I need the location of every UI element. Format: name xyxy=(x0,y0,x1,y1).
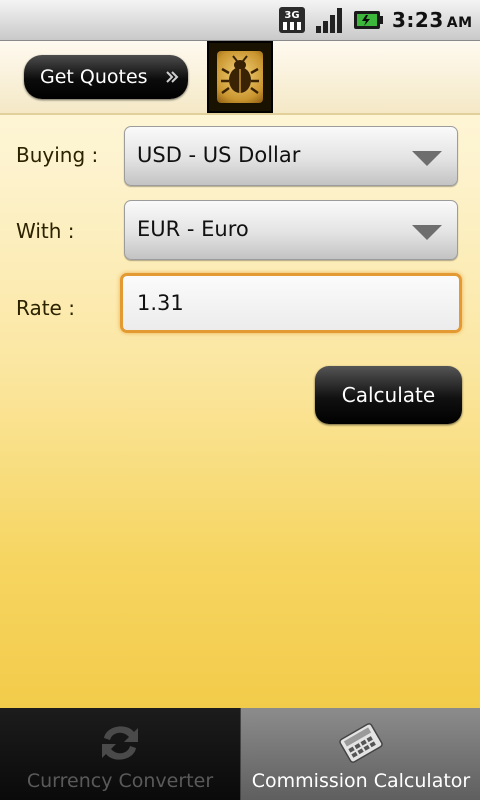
app-screen: 3G 3:23 AM Get Quotes Buying: USD - US … xyxy=(0,0,480,800)
tab-currency-converter-label: Currency Converter xyxy=(26,770,214,792)
toolbar: Get Quotes xyxy=(0,41,480,115)
app-logo xyxy=(207,41,273,113)
double-chevron-right-icon xyxy=(166,71,179,83)
tab-currency-converter[interactable]: Currency Converter xyxy=(0,708,240,800)
signal-icon xyxy=(316,8,342,33)
exchange-arrows-icon xyxy=(102,726,138,760)
calculate-label: Calculate xyxy=(341,383,436,407)
buying-currency-select[interactable]: USD - US Dollar xyxy=(124,126,458,186)
calculate-button[interactable]: Calculate xyxy=(315,366,462,424)
with-label: With : xyxy=(16,219,75,243)
beetle-logo-icon xyxy=(221,55,259,95)
tab-commission-calculator[interactable]: Commission Calculator xyxy=(240,708,480,800)
rate-input[interactable] xyxy=(120,273,462,333)
with-currency-select[interactable]: EUR - Euro xyxy=(124,200,458,260)
buying-currency-value: USD - US Dollar xyxy=(137,143,301,167)
dropdown-arrow-icon xyxy=(412,151,442,166)
status-bar: 3G 3:23 AM xyxy=(0,0,480,41)
with-currency-value: EUR - Euro xyxy=(137,217,249,241)
tab-commission-calculator-label: Commission Calculator xyxy=(251,770,471,792)
get-quotes-label: Get Quotes xyxy=(40,66,148,88)
battery-icon xyxy=(354,11,383,29)
ampm-text: AM xyxy=(446,15,473,31)
status-time: 3:23 AM xyxy=(392,8,473,32)
rate-label: Rate : xyxy=(16,296,75,320)
3g-icon: 3G xyxy=(279,7,305,33)
network-badge: 3G xyxy=(284,10,299,21)
get-quotes-button[interactable]: Get Quotes xyxy=(24,55,188,99)
time-text: 3:23 xyxy=(392,8,444,32)
buying-label: Buying : xyxy=(16,143,99,167)
calculator-icon xyxy=(339,723,383,763)
dropdown-arrow-icon xyxy=(412,225,442,240)
bottom-tab-bar: Currency Converter Commission Calculator xyxy=(0,708,480,800)
